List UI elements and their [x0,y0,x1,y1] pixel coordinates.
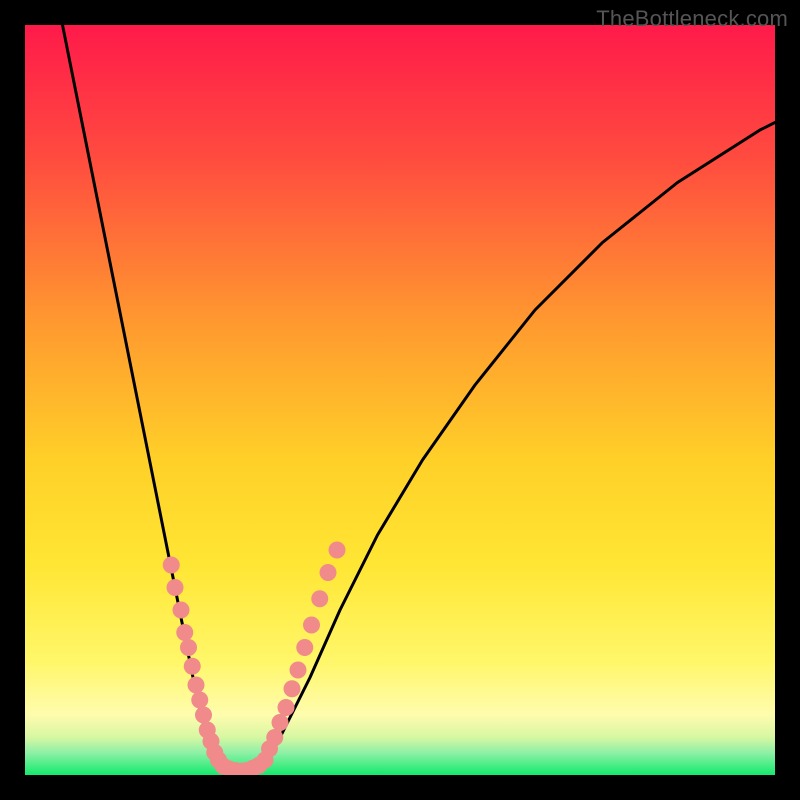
data-dot [296,639,313,656]
chart-frame: TheBottleneck.com [0,0,800,800]
data-dot [266,729,283,746]
data-dot [278,699,295,716]
data-dot [176,624,193,641]
data-dot [272,714,289,731]
data-dot [188,677,205,694]
data-dot [167,579,184,596]
data-dot [163,557,180,574]
data-dot [303,617,320,634]
data-dot [320,564,337,581]
data-dot [173,602,190,619]
data-dot [290,662,307,679]
data-dot [184,658,201,675]
data-dot [311,590,328,607]
watermark-text: TheBottleneck.com [596,6,788,32]
data-dot [329,542,346,559]
plot-area [25,25,775,775]
data-dot [284,680,301,697]
data-dot [191,692,208,709]
data-dot [195,707,212,724]
bottleneck-chart [25,25,775,775]
data-dot [180,639,197,656]
